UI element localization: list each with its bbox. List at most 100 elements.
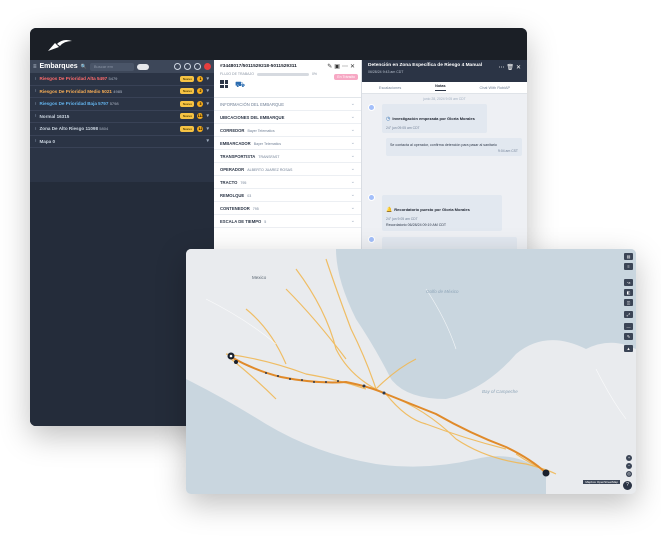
note-message: Se contacta al operador, confirma detenc…	[386, 138, 522, 156]
new-badge: Nuevo	[180, 88, 195, 95]
new-badge: Nuevo	[180, 75, 195, 82]
drag-handle-icon[interactable]: ⁝	[35, 126, 36, 132]
status-badge[interactable]: En Tránsito	[334, 74, 358, 80]
top-bar	[30, 28, 527, 60]
measure-control[interactable]: —	[624, 323, 633, 330]
risk-list-item[interactable]: ⁝ Riesgos De Prioridad Medio 5021 4985 Nue…	[30, 86, 214, 98]
filter-icon[interactable]: ▾	[206, 88, 209, 94]
tab-escalaciones[interactable]: Escalaciones	[379, 86, 401, 90]
avatar	[368, 236, 375, 243]
risk-list-item[interactable]: ⁝ Normal 16315 Nuevo 112 ▾	[30, 111, 214, 123]
chevron-down-icon[interactable]: ⌄	[351, 153, 355, 159]
layers-control[interactable]: ▤	[624, 253, 633, 260]
copy-icon[interactable]: ▣	[334, 64, 342, 70]
detail-section[interactable]: CORREDOR Bayer Telematics ⌄	[214, 124, 361, 137]
search-icon: 🔍	[80, 63, 87, 70]
drag-handle-icon[interactable]: ⁝	[35, 113, 36, 119]
delete-icon[interactable]: 🗑	[506, 65, 516, 71]
note-time: 24° jun 9:05 am CDT	[386, 217, 418, 221]
drag-handle-icon[interactable]: ⁝	[35, 76, 36, 82]
more-icon[interactable]: ⋯	[342, 64, 350, 70]
detail-section[interactable]: REMOLQUE 03 ⌄	[214, 189, 361, 202]
filter-icon[interactable]: ▾	[206, 138, 209, 144]
filter-icon[interactable]: ▾	[206, 76, 209, 82]
section-label: REMOLQUE 03	[220, 192, 252, 198]
detail-section[interactable]: ESCALA DE TIEMPO 5 ⌄	[214, 215, 361, 228]
section-label: CONTENEDOR 795	[220, 205, 259, 211]
drag-handle-icon[interactable]: ⁝	[35, 138, 36, 144]
tab-notas[interactable]: Notas	[435, 84, 446, 91]
event-tabs: Escalaciones Notas Chat With RobiAP	[362, 82, 527, 94]
search-input[interactable]: Buscar em	[89, 62, 134, 71]
chevron-down-icon[interactable]: ⌄	[351, 192, 355, 198]
add-icon[interactable]	[184, 63, 191, 70]
zoom-in-button[interactable]: +	[626, 455, 632, 461]
event-header: Detención en Zona Específica de Riesgo 4…	[362, 60, 527, 82]
route-map[interactable]: Mexico Golfo de México Bay of Campeche ▤…	[186, 249, 636, 494]
filter-control[interactable]: ≡	[624, 263, 633, 270]
bell-icon: 🔔	[386, 207, 393, 213]
filter-icon[interactable]: ▾	[206, 113, 209, 119]
detail-section[interactable]: TRANSPORTISTA TRANSFAST ⌄	[214, 150, 361, 163]
risk-name: Riesgos De Prioridad Medio 5021 4985	[39, 88, 123, 94]
chevron-down-icon[interactable]: ⌄	[351, 101, 355, 107]
drag-handle-icon[interactable]: ⁝	[35, 88, 36, 94]
section-label: ESCALA DE TIEMPO 5	[220, 218, 267, 224]
close-icon[interactable]: ✕	[516, 65, 523, 71]
truck-icon[interactable]: ⛟	[235, 80, 245, 93]
risk-list-item[interactable]: ⁝ Zona De Alto Riesgo 11098 5804 Nuevo 12 ▾	[30, 123, 214, 136]
detail-section[interactable]: UBICACIONES DEL EMBARQUE ⌄	[214, 111, 361, 124]
locate-control[interactable]: ▲	[624, 345, 633, 352]
count-badge: 112	[197, 113, 204, 120]
day-separator: junio 28, 2024 9:05 am CDT	[423, 97, 466, 101]
tab-chat[interactable]: Chat With RobiAP	[479, 86, 510, 90]
risk-name: Riesgos De Prioridad Baja 5797 5798	[39, 101, 119, 107]
drag-handle-icon[interactable]: ⁝	[35, 101, 36, 107]
zoom-out-button[interactable]: −	[626, 463, 632, 469]
workflow-progress	[256, 72, 309, 76]
detail-section[interactable]: CONTENEDOR 795 ⌄	[214, 202, 361, 215]
filter-icon[interactable]: ▾	[206, 101, 209, 107]
chevron-down-icon[interactable]: ⌄	[351, 166, 355, 172]
section-label: TRANSPORTISTA TRANSFAST	[220, 153, 280, 159]
map-attribution: Mapbox OpenStreetMap	[583, 480, 620, 484]
draw-control[interactable]: ✎	[624, 333, 633, 340]
fullscreen-control[interactable]: ⤢	[624, 311, 633, 318]
event-actions: ⋯🗑✕	[498, 64, 523, 71]
risk-list-item[interactable]: ⁝ Riesgos De Prioridad Baja 5797 5798 Nuev…	[30, 98, 214, 111]
risk-name: Riesgos De Prioridad Alta 5497 5479	[39, 76, 118, 82]
route-control[interactable]: ↝	[624, 279, 633, 286]
chevron-down-icon[interactable]: ⌄	[351, 127, 355, 133]
view-toggle[interactable]	[136, 63, 149, 70]
filter-icon[interactable]: ▾	[206, 126, 209, 132]
note-time: 24° jun 09:05 am CDT	[386, 126, 420, 130]
help-button[interactable]: ?	[623, 481, 632, 490]
menu-icon[interactable]: ≡	[33, 64, 37, 70]
alert-icon[interactable]	[204, 63, 211, 70]
grid-view-icon[interactable]	[220, 80, 228, 88]
section-label: TRACTO 795	[220, 179, 247, 185]
detail-section[interactable]: TRACTO 795 ⌄	[214, 176, 361, 189]
new-badge: Nuevo	[180, 113, 195, 120]
detail-section[interactable]: INFORMACIÓN DEL EMBARQUE ⌄	[214, 98, 361, 111]
chevron-down-icon[interactable]: ⌄	[351, 140, 355, 146]
risk-list-item[interactable]: ⁝ Riesgos De Prioridad Alta 5497 5479 Nuev…	[30, 73, 214, 86]
detail-section[interactable]: OPERADOR ALBERTO JUAREZ ROSAS ⌄	[214, 163, 361, 176]
risk-list-item[interactable]: ⁝ Mapa 0 ▾	[30, 136, 214, 148]
chevron-down-icon[interactable]: ⌄	[351, 179, 355, 185]
chevron-down-icon[interactable]: ⌄	[351, 205, 355, 211]
compass-button[interactable]: ◎	[626, 471, 632, 477]
chevron-down-icon[interactable]: ⌄	[351, 218, 355, 224]
detail-section[interactable]: EMBARCADOR Bayer Telematics ⌄	[214, 137, 361, 150]
note-time: 9:04 am CST	[498, 149, 518, 153]
section-label: INFORMACIÓN DEL EMBARQUE	[220, 101, 285, 107]
traffic-control[interactable]: ◫	[624, 299, 633, 306]
new-badge: Nuevo	[180, 125, 195, 132]
chevron-down-icon[interactable]: ⌄	[351, 114, 355, 120]
count-badge: 2	[197, 88, 204, 95]
close-icon[interactable]: ✕	[350, 64, 357, 70]
settings-icon[interactable]	[194, 63, 201, 70]
style-control[interactable]: ◧	[624, 289, 633, 296]
section-label: UBICACIONES DEL EMBARQUE	[220, 114, 285, 120]
folder-icon[interactable]	[174, 63, 181, 70]
